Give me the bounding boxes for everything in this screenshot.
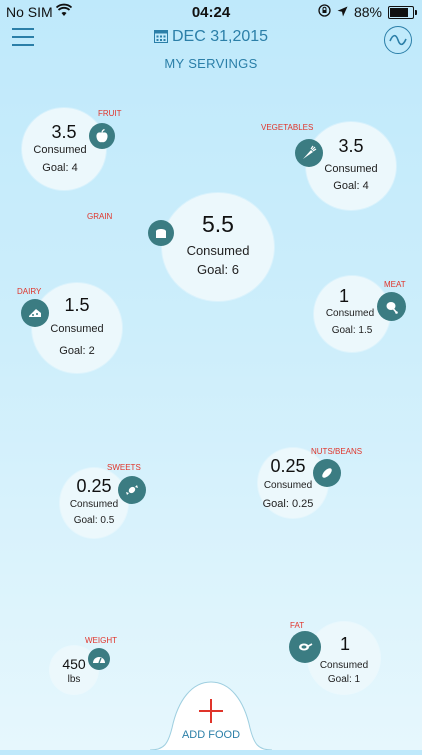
vegetables-goal: Goal: 4 <box>333 180 369 192</box>
sweets-consumed-label: Consumed <box>69 499 119 510</box>
nuts-goal: Goal: 0.25 <box>262 498 314 510</box>
chart-button[interactable] <box>384 26 412 54</box>
fat-category-label: FAT <box>290 621 305 630</box>
candy-icon <box>118 476 146 504</box>
drumstick-icon <box>377 292 406 321</box>
grain-value: 5.5 <box>202 211 234 237</box>
grain-consumed-label: Consumed <box>186 243 250 258</box>
scale-icon <box>88 648 110 670</box>
fruit-bubble[interactable]: 3.5 Consumed Goal: 4 <box>22 108 106 190</box>
fruit-goal: Goal: 4 <box>42 162 78 174</box>
calendar-icon <box>153 29 168 43</box>
weight-unit: lbs <box>67 674 81 685</box>
dairy-category-label: DAIRY <box>17 287 42 296</box>
add-food-label: ADD FOOD <box>181 729 241 741</box>
grain-goal: Goal: 6 <box>197 262 239 277</box>
nuts-category-label: NUTS/BEANS <box>311 447 363 456</box>
status-bar: No SIM 04:24 88% <box>0 0 422 22</box>
grain-bubble[interactable]: 5.5 Consumed Goal: 6 <box>162 193 274 301</box>
wave-icon <box>389 34 407 46</box>
sweets-bubble[interactable]: 0.25 Consumed Goal: 0.5 <box>60 468 128 538</box>
sweets-category-label: SWEETS <box>107 463 141 472</box>
fat-consumed-label: Consumed <box>319 660 369 671</box>
battery-icon <box>388 5 417 19</box>
grain-category-label: GRAIN <box>87 212 113 221</box>
bread-icon <box>148 220 174 246</box>
rotation-lock-icon <box>318 4 331 20</box>
battery-percent: 88% <box>353 4 382 20</box>
fruit-category-label: FRUIT <box>98 109 122 118</box>
date-label: DEC 31,2015 <box>171 28 269 45</box>
fat-bubble[interactable]: 1 Consumed Goal: 1 <box>308 622 380 694</box>
dairy-consumed-label: Consumed <box>50 323 104 335</box>
location-icon <box>337 4 348 20</box>
meat-goal: Goal: 1.5 <box>331 325 373 336</box>
cheese-icon <box>21 299 49 327</box>
dairy-goal: Goal: 2 <box>59 345 95 357</box>
sweets-goal: Goal: 0.5 <box>73 515 115 526</box>
meat-category-label: MEAT <box>384 280 406 289</box>
dairy-bubble[interactable]: 1.5 Consumed Goal: 2 <box>32 283 122 373</box>
vegetables-bubble[interactable]: 3.5 Consumed Goal: 4 <box>306 122 396 210</box>
weight-category-label: WEIGHT <box>85 636 117 645</box>
pan-icon <box>289 631 321 663</box>
apple-icon <box>89 123 115 149</box>
status-right: 88% <box>318 4 417 20</box>
page-title: MY SERVINGS <box>164 56 258 71</box>
carrot-icon <box>295 139 323 167</box>
vegetables-consumed-label: Consumed <box>324 163 378 175</box>
bean-icon <box>313 459 341 487</box>
date-selector[interactable]: DEC 31,2015 <box>0 28 422 46</box>
fat-goal: Goal: 1 <box>327 674 361 685</box>
battery-fill <box>390 7 408 17</box>
fruit-consumed-label: Consumed <box>33 144 87 156</box>
vegetables-category-label: VEGETABLES <box>261 123 314 132</box>
